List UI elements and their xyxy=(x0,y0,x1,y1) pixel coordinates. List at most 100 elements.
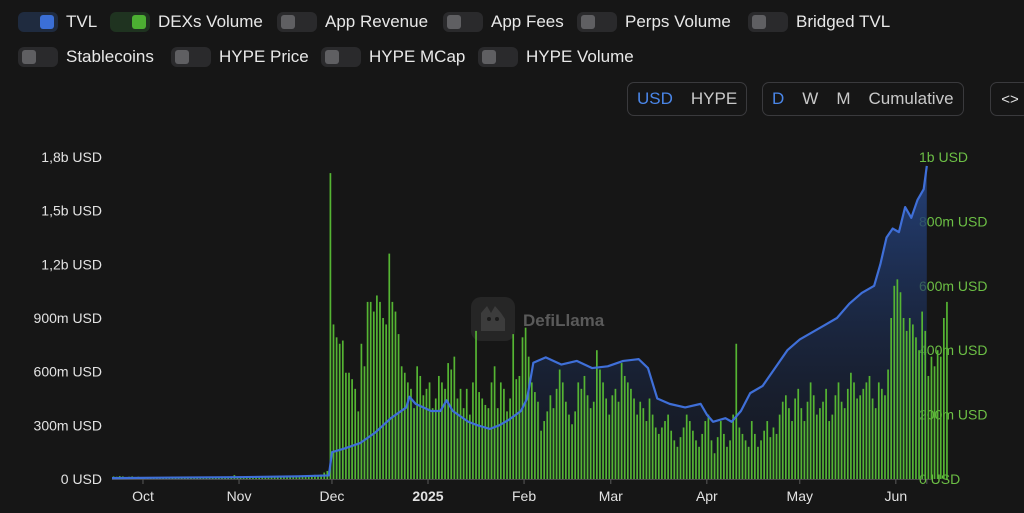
dex-volume-bar xyxy=(946,301,948,479)
dex-volume-bar xyxy=(372,311,375,479)
dex-volume-bar xyxy=(496,408,499,479)
dex-volume-bar xyxy=(425,388,428,479)
dex-volume-bar xyxy=(775,433,778,479)
dex-volume-bar xyxy=(942,318,945,479)
dex-volume-bar xyxy=(760,440,762,479)
left-axis-tick: 900m USD xyxy=(34,310,102,326)
dex-volume-bar xyxy=(345,372,347,479)
dex-volume-bar xyxy=(416,366,419,479)
dex-volume-bar xyxy=(729,440,731,479)
dex-volume-bar xyxy=(530,382,533,479)
watermark: DefiLlama xyxy=(471,297,605,341)
right-axis: 0 USD200m USD400m USD600m USD800m USD1b … xyxy=(919,149,987,487)
dex-volume-bar xyxy=(874,408,877,479)
dex-volume-bar xyxy=(902,318,905,479)
dex-volume-bar xyxy=(701,433,704,479)
dex-volume-bar xyxy=(608,414,611,479)
dex-volume-bar xyxy=(546,411,549,479)
dex-volume-bar xyxy=(565,401,567,479)
dex-volume-bar xyxy=(688,421,691,479)
left-axis: 0 USD 300m USD 600m USD 900m USD 1,2b USD 1,5… xyxy=(34,149,102,487)
chart-page: TVL DEXs Volume App Revenue App Fees Per… xyxy=(0,0,1024,513)
dex-volume-bar xyxy=(468,414,471,479)
dex-volume-bar xyxy=(871,398,874,479)
dex-volume-bar xyxy=(596,350,598,479)
dex-volume-bar xyxy=(896,279,899,479)
dex-volume-bar xyxy=(912,324,914,479)
dex-volume-bar xyxy=(859,395,862,479)
dex-volume-bar xyxy=(794,398,796,479)
dex-volume-bar xyxy=(549,395,552,479)
dex-volume-bar xyxy=(558,369,561,479)
dex-volume-bar xyxy=(797,388,800,479)
dex-volume-bar xyxy=(481,398,484,479)
dex-volume-bar xyxy=(654,427,657,479)
dex-volume-bar xyxy=(868,375,871,479)
chart-canvas: 0 USD 300m USD 600m USD 900m USD 1,2b USD 1,5… xyxy=(34,149,988,504)
dex-volume-bar xyxy=(806,401,809,479)
dex-volume-bar xyxy=(915,337,917,479)
left-axis-tick: 300m USD xyxy=(34,417,102,433)
dex-volume-bar xyxy=(744,440,747,479)
dex-volume-bar xyxy=(707,414,710,479)
dex-volume-bar xyxy=(376,295,378,479)
dex-volume-bar xyxy=(704,421,707,479)
dex-volume-bar xyxy=(834,395,837,479)
watermark-text: DefiLlama xyxy=(523,311,605,330)
dex-volume-bar xyxy=(592,401,595,479)
dex-volume-bar xyxy=(899,292,902,479)
dex-volume-bar xyxy=(924,330,927,479)
dex-volume-bar xyxy=(747,446,750,479)
dex-volume-bar xyxy=(645,421,648,479)
dex-volume-bar xyxy=(695,440,697,479)
dex-volume-bar xyxy=(363,366,366,479)
x-axis-tick-label: 2025 xyxy=(412,488,443,504)
x-axis-tick-label: May xyxy=(787,488,813,504)
dex-volume-bar xyxy=(918,350,920,479)
dex-volume-bar xyxy=(633,398,635,479)
dex-volume-bar xyxy=(908,318,911,479)
dex-volume-bar xyxy=(540,430,542,479)
dex-volume-bar xyxy=(552,408,555,479)
x-axis: Oct Nov Dec 2025 Feb Mar Apr May Jun xyxy=(132,479,928,504)
dex-volume-bar xyxy=(571,424,573,479)
dex-volume-bar xyxy=(484,404,487,479)
dex-volume-bar xyxy=(670,430,673,479)
dex-volume-bar xyxy=(893,285,896,479)
dex-volume-bar xyxy=(583,375,586,479)
dex-volume-bar xyxy=(456,398,459,479)
dex-volume-bar xyxy=(819,408,821,479)
dex-volume-bar xyxy=(475,330,477,479)
dex-volume-bar xyxy=(778,414,781,479)
dex-volume-bar xyxy=(329,173,332,479)
dex-volume-bar xyxy=(661,427,663,479)
dex-volume-bar xyxy=(788,408,790,479)
left-axis-tick: 600m USD xyxy=(34,364,102,380)
dex-volume-bar xyxy=(815,414,818,479)
dex-volume-bar xyxy=(580,388,583,479)
dex-volume-bar xyxy=(341,340,344,479)
x-axis-tick-label: Nov xyxy=(227,488,252,504)
dex-volume-bar xyxy=(487,408,490,479)
dex-volume-bar xyxy=(639,401,642,479)
dex-volume-bar xyxy=(682,427,685,479)
dex-volume-bar xyxy=(354,388,357,479)
dex-volume-bar xyxy=(568,414,570,479)
dex-volume-bar xyxy=(803,421,806,479)
dex-volume-bar xyxy=(772,427,775,479)
dex-volume-bar xyxy=(791,421,793,479)
dex-volume-bar xyxy=(515,379,518,479)
dex-volume-bar xyxy=(394,311,397,479)
dex-volume-bar xyxy=(447,363,449,479)
dex-volume-bar xyxy=(605,398,607,479)
dex-volume-bar xyxy=(642,408,645,479)
dex-volume-bar xyxy=(410,388,412,479)
left-axis-tick: 1,2b USD xyxy=(41,256,102,272)
dex-volume-bar xyxy=(626,382,629,479)
dex-volume-bar xyxy=(846,388,849,479)
dex-volume-bar xyxy=(338,343,341,479)
dex-volume-bar xyxy=(428,382,431,479)
dex-volume-bar xyxy=(478,392,480,479)
dex-volume-bar xyxy=(555,388,558,479)
dex-volume-bar xyxy=(391,301,394,479)
